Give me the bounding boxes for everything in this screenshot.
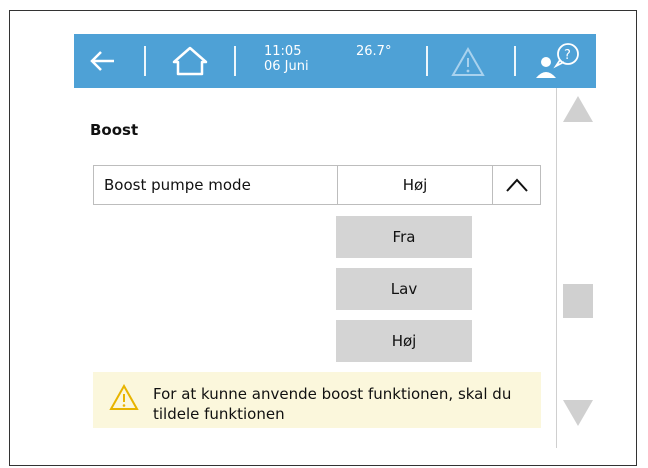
section-title: Boost (90, 121, 139, 139)
triangle-down-icon (563, 400, 593, 426)
option-fra[interactable]: Fra (336, 216, 472, 258)
content-panel: Boost Boost pumpe mode Høj Fra Lav Høj F… (74, 88, 556, 428)
header-separator (234, 46, 236, 76)
back-button[interactable] (86, 46, 120, 76)
user-help-button[interactable]: ? (532, 40, 586, 82)
user-help-icon: ? (536, 43, 579, 78)
collapse-button[interactable] (493, 166, 541, 204)
date-text: 06 Juni (264, 59, 309, 74)
setting-value: Høj (402, 176, 428, 194)
scroll-up-button[interactable] (561, 92, 595, 126)
time-text: 11:05 (264, 44, 302, 59)
option-hoj[interactable]: Høj (336, 320, 472, 362)
triangle-up-icon (563, 96, 593, 122)
temperature-text: 26.7° (356, 44, 392, 59)
warning-text: For at kunne anvende boost funktionen, s… (153, 385, 512, 423)
scroll-thumb[interactable] (563, 284, 593, 318)
header-separator (426, 46, 428, 76)
header-separator (514, 46, 516, 76)
warning-banner: For at kunne anvende boost funktionen, s… (93, 372, 541, 428)
arrow-left-icon (90, 51, 114, 71)
home-icon (172, 46, 208, 76)
svg-text:?: ? (564, 48, 571, 63)
warning-triangle-icon (451, 46, 485, 76)
datetime-display: 11:05 06 Juni (264, 44, 309, 74)
scroll-down-button[interactable] (561, 396, 595, 430)
home-button[interactable] (170, 44, 210, 78)
header-bar: 11:05 06 Juni 26.7° ? (74, 34, 596, 88)
chevron-up-icon (506, 178, 528, 192)
header-separator (144, 46, 146, 76)
boost-pump-mode-row[interactable]: Boost pumpe mode Høj (93, 165, 541, 205)
setting-label: Boost pumpe mode (104, 176, 251, 194)
warning-triangle-icon (109, 384, 139, 410)
option-lav[interactable]: Lav (336, 268, 472, 310)
scrollbar[interactable] (556, 88, 597, 448)
alert-button[interactable] (450, 46, 486, 78)
